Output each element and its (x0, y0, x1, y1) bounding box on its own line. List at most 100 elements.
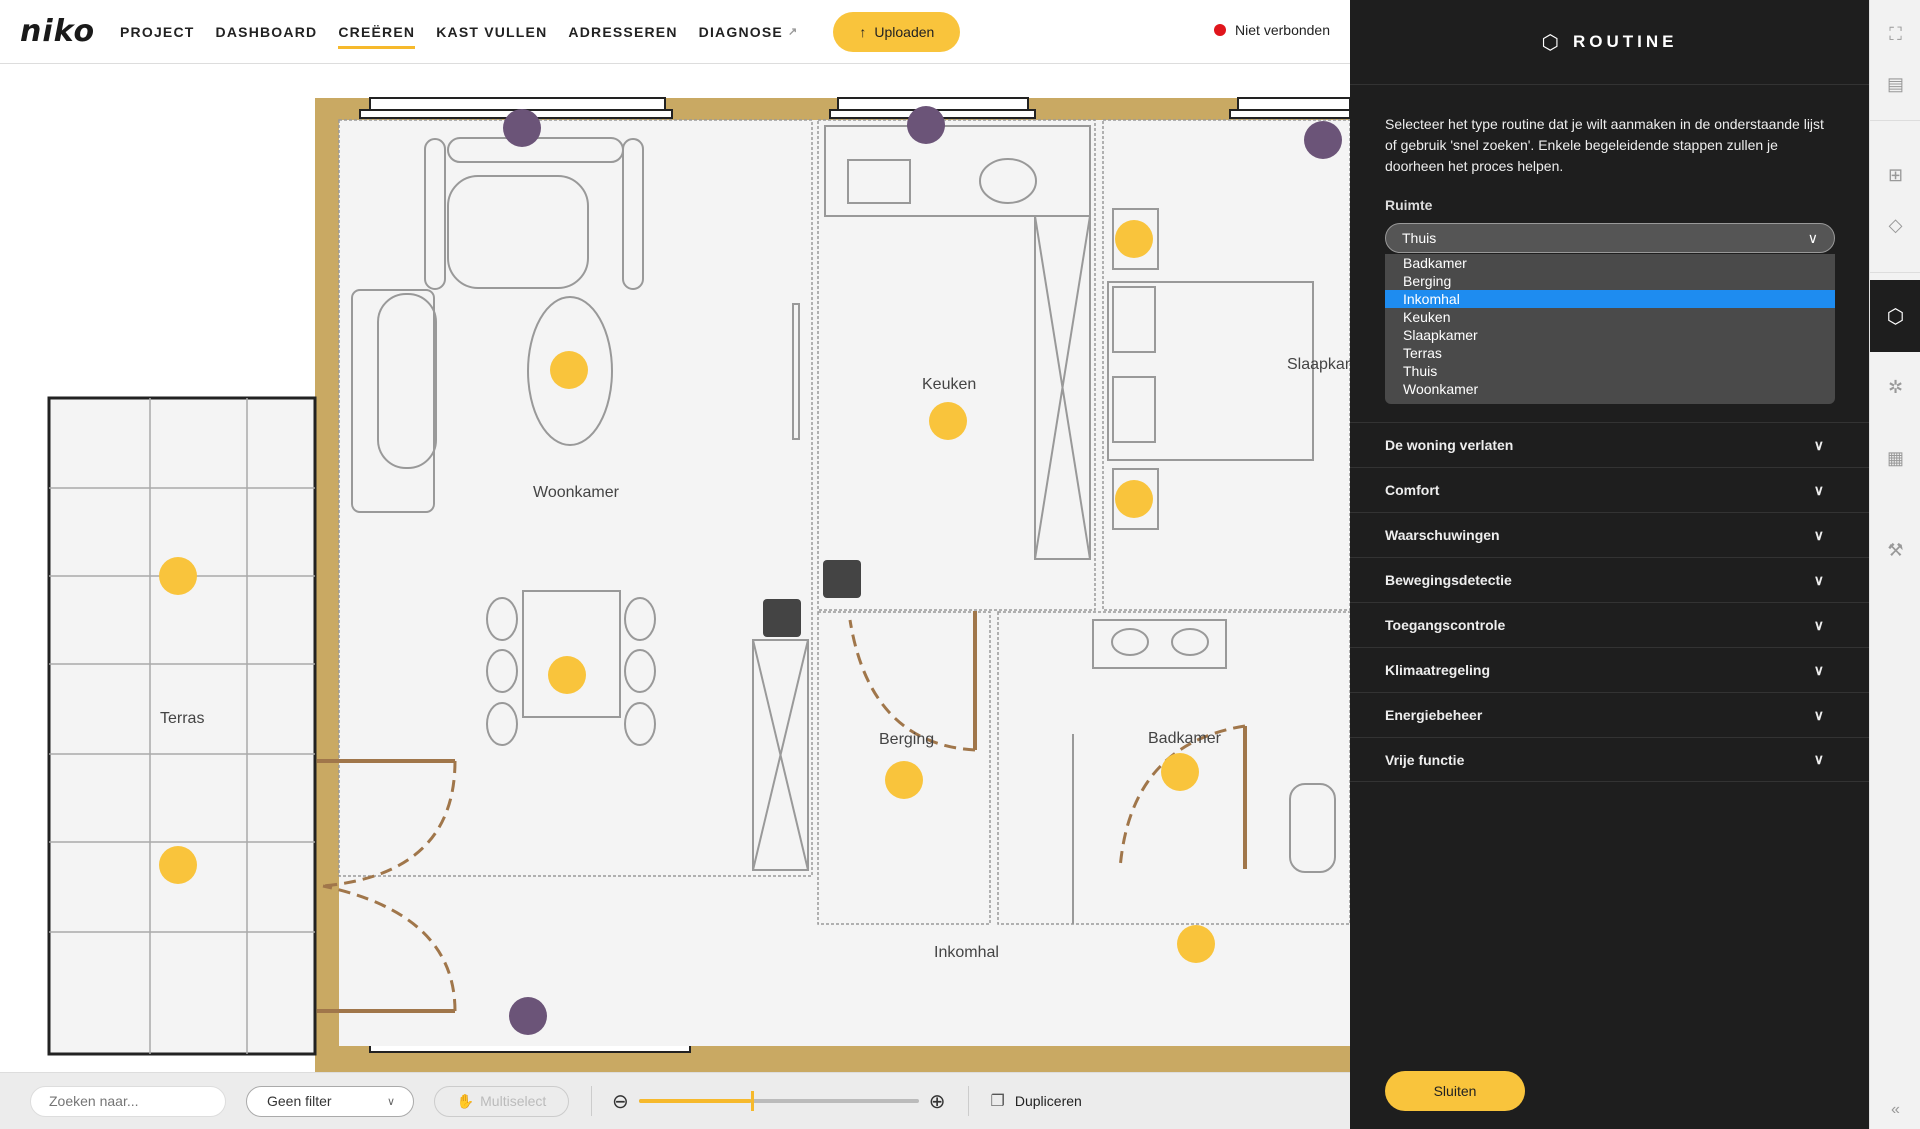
section-label: Energiebeheer (1385, 707, 1483, 723)
chevron-down-icon: ∨ (386, 1095, 395, 1108)
main-nav: PROJECT DASHBOARD CREËREN KAST VULLEN AD… (120, 0, 819, 64)
multiselect-label: Multiselect (480, 1093, 547, 1109)
routine-tool-icon[interactable]: ⬡ (1870, 280, 1920, 352)
nav-project[interactable]: PROJECT (120, 0, 195, 64)
chevron-down-icon: ∨ (1813, 481, 1824, 498)
nav-kast-vullen[interactable]: KAST VULLEN (436, 0, 547, 64)
chevron-down-icon: ∨ (1813, 526, 1824, 543)
ruimte-dropdown: Badkamer Berging Inkomhal Keuken Slaapka… (1385, 254, 1835, 404)
duplicate-icon: ❐ (990, 1093, 1005, 1110)
chevron-down-icon: ∨ (1813, 436, 1824, 453)
option-woonkamer[interactable]: Woonkamer (1385, 380, 1835, 398)
tool-strip: ⛶ ▤ ⊞ ◇ ⬡ ✲ ▦ ⚒ « (1869, 0, 1920, 1129)
room-label-terras: Terras (160, 710, 205, 727)
section-label: Comfort (1385, 482, 1440, 498)
chevron-down-icon: ∨ (1813, 571, 1824, 588)
zoom-slider-handle[interactable] (750, 1091, 754, 1111)
strip-divider (1870, 272, 1920, 273)
zoom-slider[interactable] (638, 1091, 919, 1111)
filter-select[interactable]: Geen filter ∨ (246, 1085, 414, 1117)
section-label: Waarschuwingen (1385, 527, 1500, 543)
panel-intro: Selecteer het type routine dat je wilt a… (1385, 116, 1824, 174)
nav-creeren-label: CREËREN (338, 23, 416, 40)
status-dot-icon (1214, 24, 1227, 36)
section-label: Klimaatregeling (1385, 662, 1491, 678)
floor-plan-canvas[interactable]: Woonkamer Keuken Slaapkamer Terras Bergi… (0, 64, 1350, 1072)
room-label-keuken: Keuken (922, 376, 977, 393)
section-waarschuwingen[interactable]: Waarschuwingen ∨ (1350, 512, 1869, 557)
fullscreen-icon[interactable]: ⛶ (1870, 14, 1920, 54)
map-icon[interactable]: ▤ (1870, 64, 1920, 104)
nav-project-label: PROJECT (120, 23, 195, 40)
upload-button[interactable]: ↑ Uploaden (833, 11, 961, 52)
zoom-in-icon[interactable]: ⊕ (929, 1089, 946, 1114)
section-label: De woning verlaten (1385, 437, 1514, 453)
zoom-out-icon[interactable]: ⊖ (612, 1089, 629, 1114)
connection-status: Niet verbonden (1214, 22, 1330, 38)
routine-icon: ⬡ (1541, 31, 1559, 54)
upload-icon: ↑ (859, 23, 867, 40)
section-klimaatregeling[interactable]: Klimaatregeling ∨ (1350, 647, 1869, 692)
section-de-woning-verlaten[interactable]: De woning verlaten ∨ (1350, 422, 1869, 467)
filter-label: Geen filter (267, 1093, 332, 1109)
chevron-down-icon: ∨ (1813, 661, 1824, 678)
section-vrije-functie[interactable]: Vrije functie ∨ (1350, 737, 1869, 782)
share-icon[interactable]: ✲ (1870, 367, 1920, 407)
option-inkomhal[interactable]: Inkomhal (1385, 290, 1835, 308)
search-input[interactable] (30, 1085, 226, 1117)
floor-plan-drawing (47, 97, 1350, 1072)
nav-adresseren-label: ADRESSEREN (568, 23, 678, 40)
bottom-toolbar: Geen filter ∨ ✋ Multiselect ⊖ ⊕ ❐ Duplic… (0, 1072, 1350, 1129)
external-link-icon: ↗ (787, 26, 799, 38)
section-energiebeheer[interactable]: Energiebeheer ∨ (1350, 692, 1869, 737)
option-berging[interactable]: Berging (1385, 272, 1835, 290)
toolbar-divider (591, 1086, 592, 1116)
collapse-icon[interactable]: « (1870, 1090, 1920, 1129)
top-bar: niko PROJECT DASHBOARD CREËREN KAST VULL… (0, 0, 1350, 64)
strip-divider (1870, 120, 1920, 121)
nav-creeren[interactable]: CREËREN (338, 0, 416, 64)
calendar-icon[interactable]: ▦ (1870, 438, 1920, 478)
ruimte-selected-value: Thuis (1402, 230, 1437, 246)
option-keuken[interactable]: Keuken (1385, 308, 1835, 326)
tools-icon[interactable]: ⚒ (1870, 530, 1920, 570)
chevron-down-icon: ∨ (1813, 751, 1824, 767)
zoom-slider-fill (638, 1099, 751, 1103)
panel-title: ROUTINE (1572, 32, 1678, 51)
zoom-control: ⊖ ⊕ (612, 1089, 946, 1114)
connection-status-label: Niet verbonden (1235, 22, 1330, 38)
section-toegangscontrole[interactable]: Toegangscontrole ∨ (1350, 602, 1869, 647)
nav-dashboard[interactable]: DASHBOARD (216, 0, 318, 64)
room-label-slaapkamer: Slaapkamer (1287, 356, 1350, 373)
section-label: Toegangscontrole (1385, 617, 1506, 633)
option-thuis[interactable]: Thuis (1385, 362, 1835, 380)
room-label-badkamer: Badkamer (1148, 730, 1221, 747)
close-button[interactable]: Sluiten (1385, 1071, 1525, 1111)
nav-diagnose[interactable]: DIAGNOSE ↗ (699, 0, 799, 64)
chevron-down-icon: ∨ (1813, 616, 1824, 633)
multiselect-button[interactable]: ✋ Multiselect (434, 1085, 569, 1117)
nav-dashboard-label: DASHBOARD (215, 23, 318, 40)
section-label: Vrije functie (1385, 751, 1465, 768)
ruimte-label: Ruimte (1385, 197, 1433, 213)
ruimte-select[interactable]: Thuis ∨ (1385, 223, 1835, 253)
toolbar-divider (967, 1086, 969, 1116)
nav-adresseren[interactable]: ADRESSEREN (568, 0, 677, 64)
niko-logo[interactable]: niko (20, 14, 120, 49)
room-label-inkomhal: Inkomhal (934, 944, 999, 961)
duplicate-label: Dupliceren (1014, 1093, 1082, 1109)
shapes-icon[interactable]: ◇ (1870, 205, 1920, 245)
chevron-down-icon: ∨ (1807, 229, 1818, 246)
section-bewegingsdetectie[interactable]: Bewegingsdetectie ∨ (1350, 557, 1869, 602)
chevron-down-icon: ∨ (1813, 706, 1824, 723)
panel-header: ⬡ ROUTINE (1350, 0, 1869, 85)
add-icon[interactable]: ⊞ (1870, 155, 1920, 195)
option-slaapkamer[interactable]: Slaapkamer (1385, 326, 1835, 344)
option-badkamer[interactable]: Badkamer (1385, 254, 1835, 272)
hand-icon: ✋ (456, 1092, 475, 1109)
duplicate-button[interactable]: ❐ Dupliceren (991, 1091, 1082, 1111)
nav-diagnose-label: DIAGNOSE (698, 23, 783, 40)
section-comfort[interactable]: Comfort ∨ (1350, 467, 1869, 512)
routine-sections: De woning verlaten ∨ Comfort ∨ Waarschuwin… (1350, 422, 1869, 782)
option-terras[interactable]: Terras (1385, 344, 1835, 362)
